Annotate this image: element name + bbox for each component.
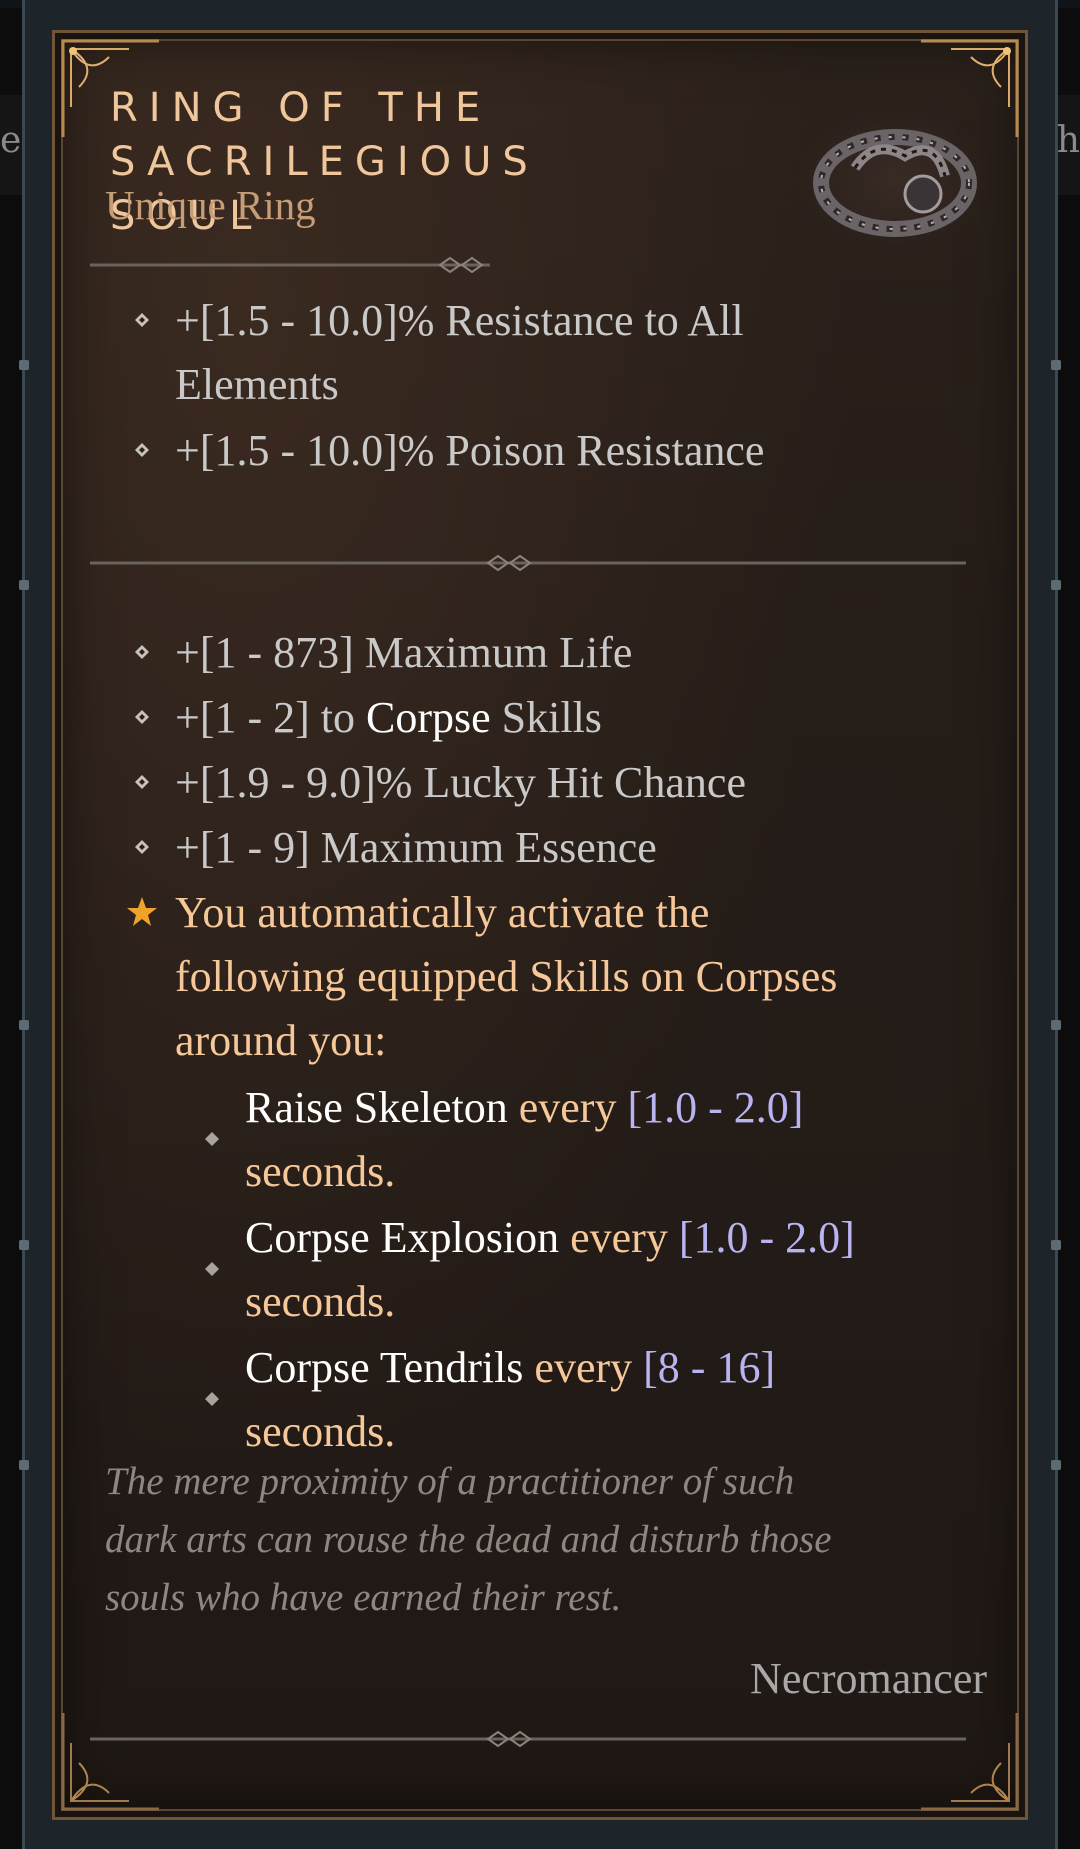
- item-type: Unique Ring: [105, 182, 316, 228]
- affix-text-suffix: Skills: [490, 693, 602, 742]
- star-icon: [125, 895, 159, 929]
- section-divider: [90, 255, 490, 275]
- flavor-line-1: The mere proximity of a practitioner of …: [105, 1460, 795, 1503]
- diamond-bullet-icon: [135, 775, 149, 789]
- flavor-line-3: souls who have earned their rest.: [105, 1576, 622, 1619]
- flavor-text: The mere proximity of a practitioner of …: [105, 1453, 985, 1627]
- affix-text: +[1 - 873] Maximum Life: [175, 628, 633, 677]
- background-edge-text-left: e: [0, 120, 22, 161]
- affix-maximum-life: +[1 - 873] Maximum Life: [135, 621, 1035, 685]
- unique-power-line-3: around you:: [175, 1016, 387, 1065]
- unique-skill-corpse-tendrils: Corpse Tendrils every [8 - 16] seconds.: [205, 1336, 1025, 1464]
- skill-range: [1.0 - 2.0]: [678, 1213, 855, 1262]
- diamond-bullet-icon: [205, 1360, 219, 1406]
- affix-text: +[1.9 - 9.0]% Lucky Hit Chance: [175, 758, 746, 807]
- affix-keyword-corpse[interactable]: Corpse: [366, 693, 491, 742]
- affix-text-line-2: Elements: [175, 360, 339, 409]
- diamond-bullet-icon: [135, 443, 149, 457]
- unique-skill-raise-skeleton: Raise Skeleton every [1.0 - 2.0] seconds…: [205, 1076, 1025, 1204]
- affix-text: +[1.5 - 10.0]% Poison Resistance: [175, 426, 765, 475]
- skill-every: every: [523, 1343, 644, 1392]
- affix-lucky-hit: +[1.9 - 9.0]% Lucky Hit Chance: [135, 751, 1035, 815]
- frame-rivet: [1051, 1020, 1061, 1030]
- unique-power-line-1: You automatically activate the: [175, 888, 710, 937]
- frame-rivet: [19, 360, 29, 370]
- unique-skill-corpse-explosion: Corpse Explosion every [1.0 - 2.0] secon…: [205, 1206, 1025, 1334]
- corner-ornament-bottom-left: [59, 1703, 169, 1813]
- frame-rivet: [1051, 1240, 1061, 1250]
- frame-rivet: [1051, 360, 1061, 370]
- frame-rivet: [19, 1460, 29, 1470]
- corner-ornament-bottom-right: [911, 1703, 1021, 1813]
- section-divider: [90, 553, 966, 573]
- class-requirement: Necromancer: [750, 1654, 987, 1703]
- skill-name[interactable]: Corpse Tendrils: [245, 1343, 523, 1392]
- item-name-line-1: RING OF THE: [110, 85, 492, 131]
- affix-text-line-1: +[1.5 - 10.0]% Resistance to All: [175, 296, 744, 345]
- skill-unit: seconds.: [245, 1147, 396, 1196]
- skill-range: [1.0 - 2.0]: [627, 1083, 804, 1132]
- skill-name[interactable]: Raise Skeleton: [245, 1083, 508, 1132]
- skill-range: [8 - 16]: [643, 1343, 776, 1392]
- affix-maximum-essence: +[1 - 9] Maximum Essence: [135, 816, 1035, 880]
- skill-unit: seconds.: [245, 1277, 396, 1326]
- diamond-bullet-icon: [205, 1100, 219, 1146]
- unique-power-line-2: following equipped Skills on Corpses: [175, 952, 838, 1001]
- section-divider: [90, 1729, 966, 1749]
- skill-name[interactable]: Corpse Explosion: [245, 1213, 559, 1262]
- diamond-bullet-icon: [135, 840, 149, 854]
- diamond-bullet-icon: [205, 1230, 219, 1276]
- ring-icon: [795, 98, 995, 258]
- affix-text: +[1 - 9] Maximum Essence: [175, 823, 657, 872]
- affix-text-prefix: +[1 - 2] to: [175, 693, 366, 742]
- frame-rivet: [1051, 1460, 1061, 1470]
- diamond-bullet-icon: [135, 710, 149, 724]
- frame-rivet: [19, 580, 29, 590]
- unique-power: You automatically activate the following…: [127, 881, 1035, 1073]
- skill-every: every: [559, 1213, 679, 1262]
- frame-rivet: [1051, 580, 1061, 590]
- diamond-bullet-icon: [135, 645, 149, 659]
- frame-rivet: [19, 1020, 29, 1030]
- diamond-bullet-icon: [135, 313, 149, 327]
- item-tooltip[interactable]: RING OF THE SACRILEGIOUS SOUL Unique Rin…: [52, 30, 1028, 1820]
- implicit-affix-poison-resist: +[1.5 - 10.0]% Poison Resistance: [135, 419, 1035, 483]
- frame-rivet: [19, 1240, 29, 1250]
- affix-corpse-skills: +[1 - 2] to Corpse Skills: [135, 686, 1035, 750]
- flavor-line-2: dark arts can rouse the dead and disturb…: [105, 1518, 832, 1561]
- implicit-affix-all-resist: +[1.5 - 10.0]% Resistance to All Element…: [135, 289, 1035, 417]
- skill-every: every: [507, 1083, 628, 1132]
